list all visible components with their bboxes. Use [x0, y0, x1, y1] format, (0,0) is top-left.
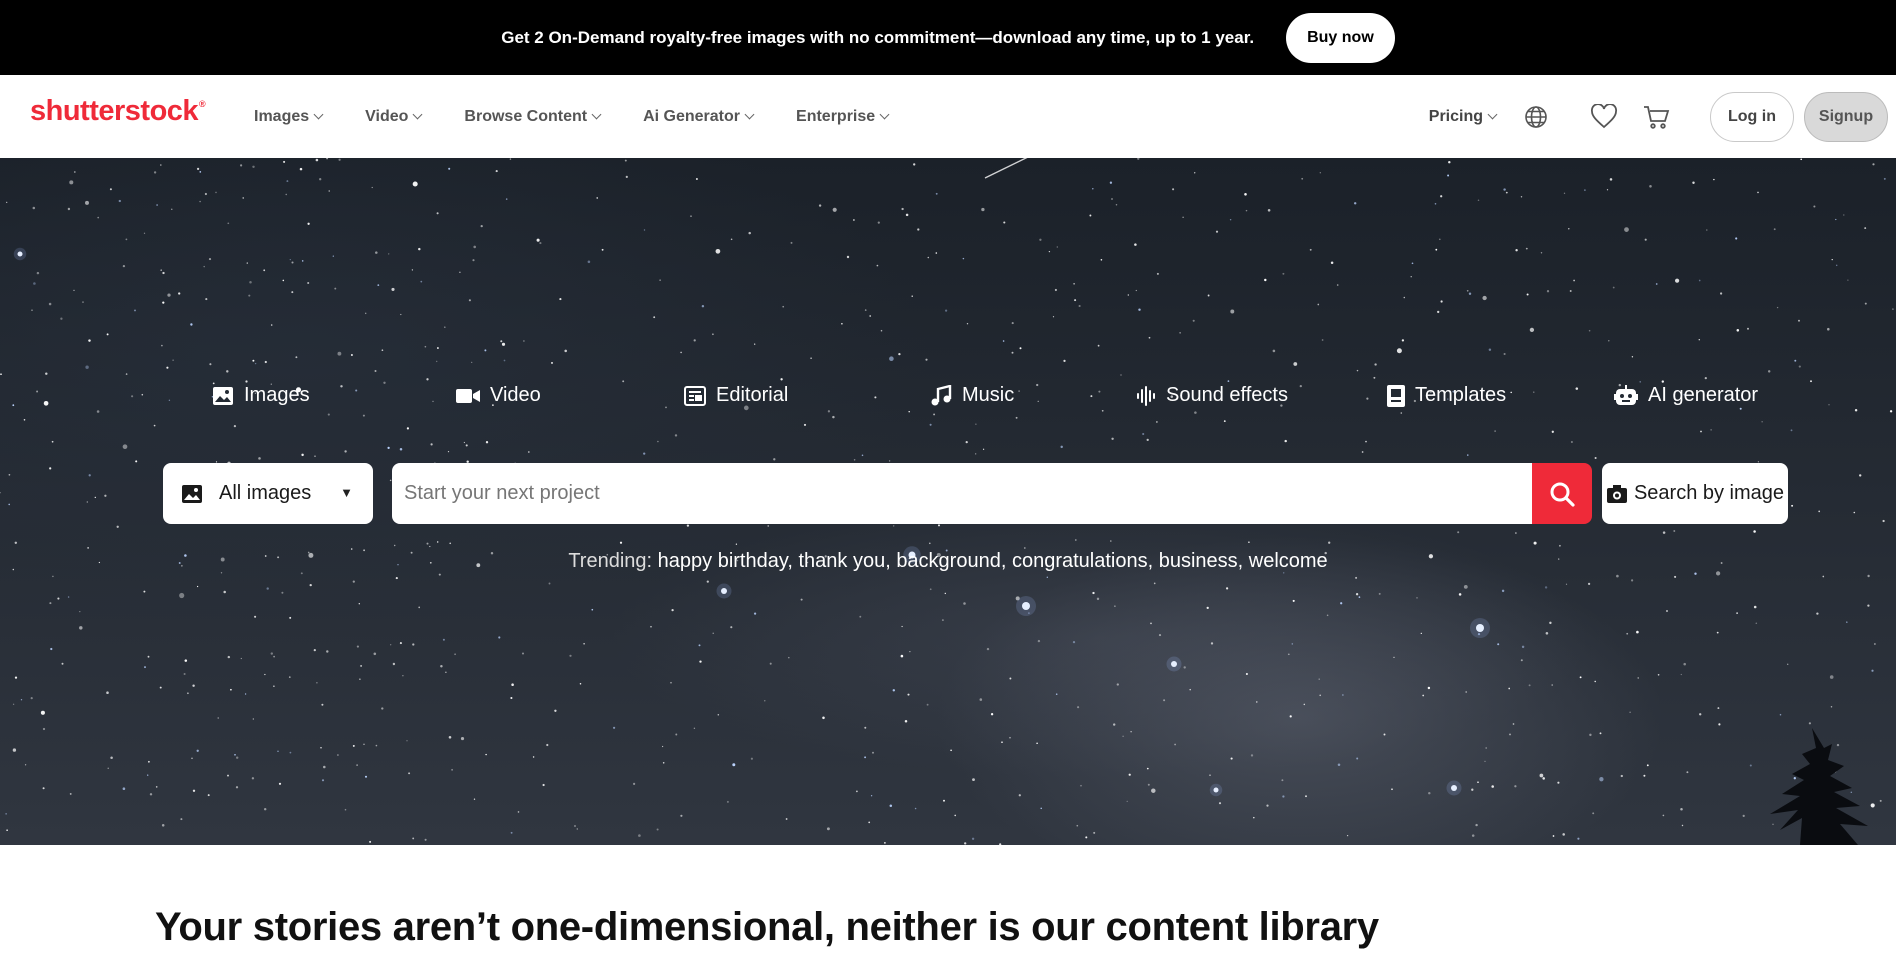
cart-icon[interactable]: [1642, 103, 1670, 131]
template-icon: [1387, 384, 1405, 407]
header-actions: Pricing Log in Signup: [1429, 75, 1896, 158]
image-icon: [213, 386, 233, 405]
site-header: shutterstock ® Images Video Browse Conten…: [0, 75, 1896, 159]
signup-button[interactable]: Signup: [1804, 91, 1888, 142]
promo-banner: Get 2 On-Demand royalty-free images with…: [0, 0, 1896, 75]
media-type-value: All images: [219, 482, 312, 504]
chevron-down-icon: [744, 109, 755, 120]
globe-icon[interactable]: [1522, 103, 1550, 131]
tab-images[interactable]: Images: [212, 384, 310, 407]
trending-label: Trending:: [568, 550, 653, 572]
media-type-select[interactable]: All images ▼: [163, 463, 373, 524]
video-icon: [456, 388, 480, 403]
section-headline: Your stories aren’t one-dimensional, nei…: [155, 905, 1379, 949]
tab-video[interactable]: Video: [456, 384, 541, 407]
shutterstock-logo[interactable]: shutterstock ®: [30, 95, 206, 128]
trending-searches: Trending: happy birthday, thank you, bac…: [0, 550, 1896, 573]
camera-icon: [1606, 484, 1627, 503]
chevron-down-icon: [879, 109, 890, 120]
nav-images[interactable]: Images: [254, 108, 324, 126]
chevron-down-icon: [591, 109, 602, 120]
promo-text: Get 2 On-Demand royalty-free images with…: [501, 27, 1255, 47]
logo-text: shutterstock: [30, 95, 199, 127]
nav-video[interactable]: Video: [365, 108, 423, 126]
main-nav: Images Video Browse Content Ai Generator…: [254, 75, 931, 158]
tab-ai-generator[interactable]: AI generator: [1614, 384, 1758, 407]
dropdown-arrow-icon: ▼: [340, 485, 353, 500]
search-input[interactable]: [392, 463, 1532, 524]
heart-icon[interactable]: [1590, 103, 1618, 131]
search-by-image-label: Search by image: [1633, 482, 1785, 504]
music-icon: [931, 384, 952, 405]
nav-ai-generator[interactable]: Ai Generator: [643, 108, 755, 126]
nav-browse-content[interactable]: Browse Content: [464, 108, 602, 126]
image-icon: [182, 484, 202, 503]
tree-silhouette: [1770, 728, 1868, 845]
tab-music[interactable]: Music: [930, 384, 1014, 407]
search-icon: [1550, 482, 1575, 507]
soundwave-icon: [1137, 385, 1155, 406]
chevron-down-icon: [1487, 109, 1498, 120]
login-button[interactable]: Log in: [1710, 91, 1794, 142]
hero-section: Images Video Editorial Music Sound effec…: [0, 158, 1896, 845]
search-field: [392, 463, 1532, 524]
chevron-down-icon: [313, 109, 324, 120]
search-button[interactable]: [1532, 463, 1592, 524]
buy-now-button[interactable]: Buy now: [1286, 12, 1395, 63]
trending-terms[interactable]: happy birthday, thank you, background, c…: [658, 550, 1328, 572]
search-by-image-button[interactable]: Search by image: [1602, 463, 1788, 524]
robot-icon: [1614, 384, 1638, 405]
tab-editorial[interactable]: Editorial: [684, 384, 788, 407]
tab-templates[interactable]: Templates: [1387, 384, 1506, 407]
tab-sound-effects[interactable]: Sound effects: [1136, 384, 1288, 407]
nav-enterprise[interactable]: Enterprise: [796, 108, 890, 126]
newspaper-icon: [684, 385, 706, 406]
chevron-down-icon: [412, 109, 423, 120]
pricing-menu[interactable]: Pricing: [1429, 108, 1498, 126]
